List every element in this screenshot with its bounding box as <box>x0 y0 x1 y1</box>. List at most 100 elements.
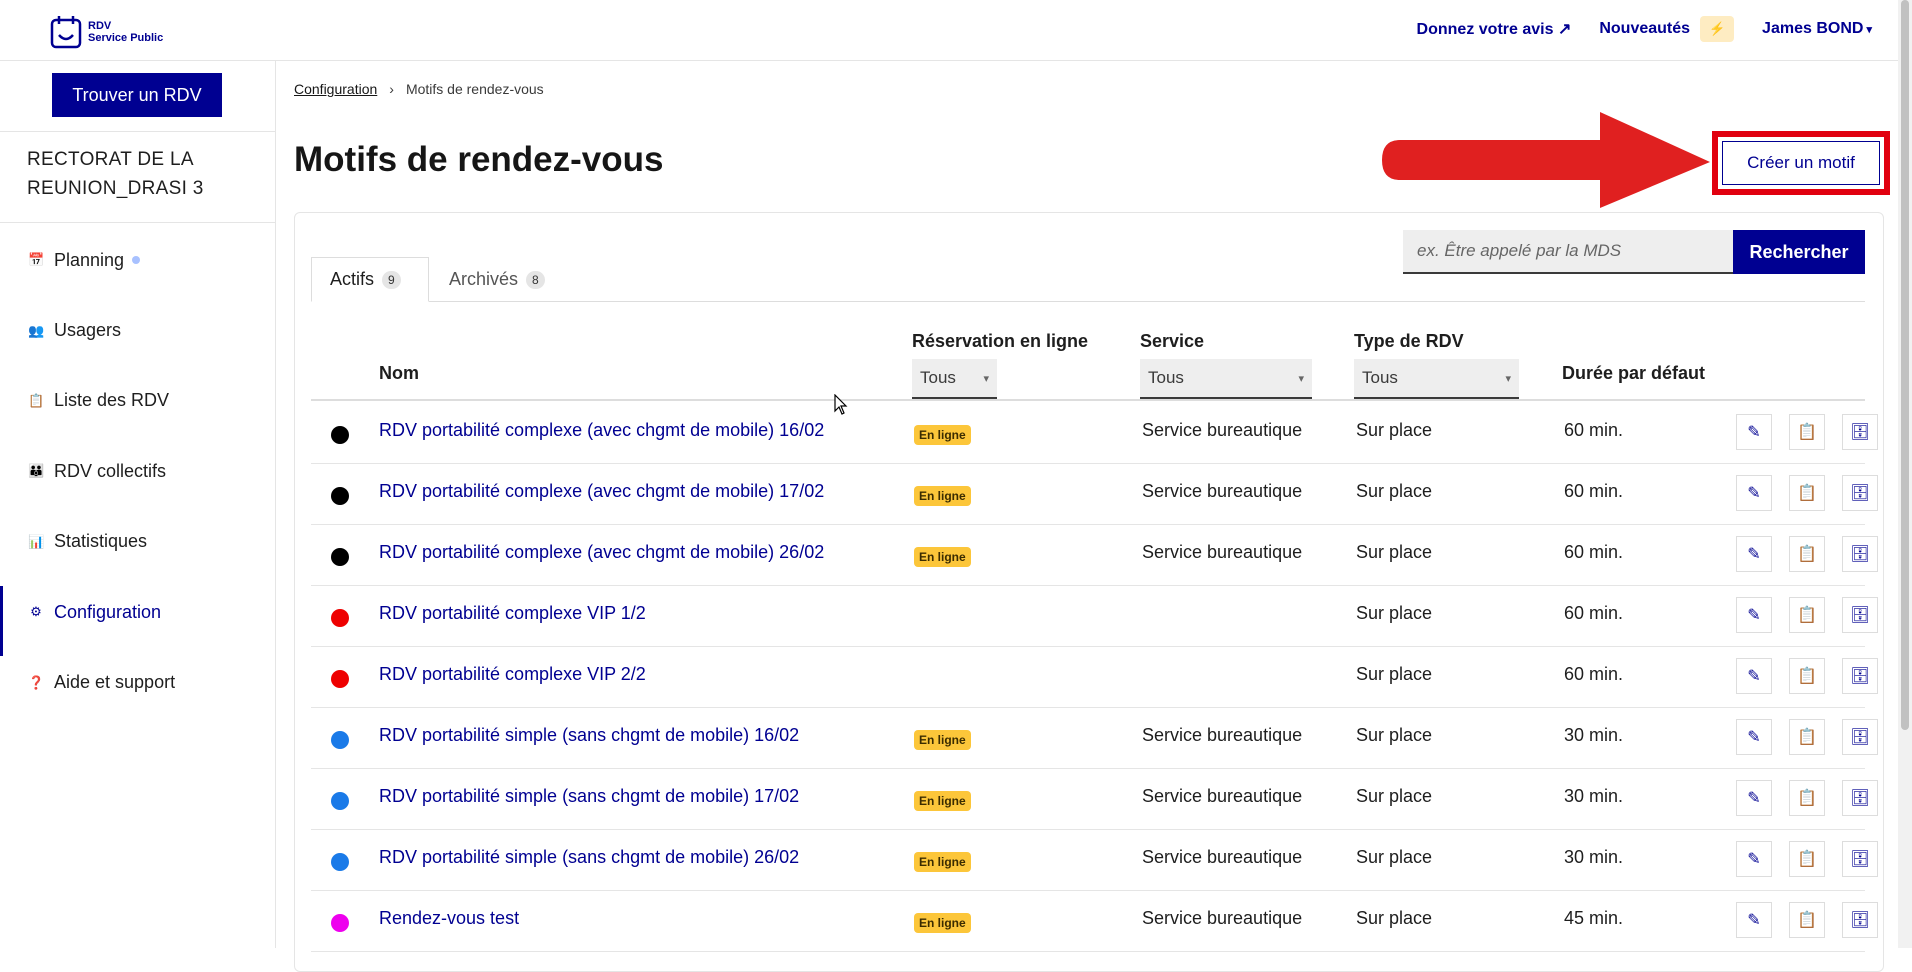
tab-actifs[interactable]: Actifs 9 <box>311 257 429 302</box>
duration-cell: 60 min. <box>1564 481 1624 501</box>
feedback-label: Donnez votre avis <box>1416 21 1554 38</box>
help-icon: ❓ <box>28 674 45 690</box>
service-filter-select[interactable]: Tous <box>1140 359 1312 399</box>
color-dot <box>331 426 349 444</box>
edit-button[interactable]: ✎ <box>1736 719 1772 755</box>
archive-button[interactable]: 🗄 <box>1842 841 1878 877</box>
table-row: Rendez-vous test En ligne Service bureauti… <box>311 891 1878 952</box>
motif-name-link[interactable]: RDV portabilité complexe VIP 2/2 <box>379 664 646 685</box>
sidebar-item-planning[interactable]: 📅 Planning <box>0 225 276 295</box>
archive-button[interactable]: 🗄 <box>1842 658 1878 694</box>
feedback-link[interactable]: Donnez votre avis ↗ <box>1417 19 1572 39</box>
tab-archives[interactable]: Archivés 8 <box>439 257 545 302</box>
edit-button[interactable]: ✎ <box>1736 536 1772 572</box>
type-filter-select[interactable]: Tous <box>1354 359 1519 399</box>
count-badge: 8 <box>526 270 545 289</box>
archive-button[interactable]: 🗄 <box>1842 719 1878 755</box>
calendar-icon: 📅 <box>28 252 45 268</box>
archive-button[interactable]: 🗄 <box>1842 597 1878 633</box>
sidebar-item-label: RDV collectifs <box>54 460 167 481</box>
external-link-icon: ↗ <box>1557 21 1572 38</box>
header-actions: Donnez votre avis ↗ Nouveautés ⚡ James B… <box>1417 16 1872 42</box>
archive-button[interactable]: 🗄 <box>1842 780 1878 816</box>
create-motif-button[interactable]: Créer un motif <box>1722 141 1880 185</box>
duration-cell: 45 min. <box>1564 908 1624 928</box>
clipboard-icon: 📋 <box>1797 607 1817 624</box>
duplicate-button[interactable]: 📋 <box>1789 475 1825 511</box>
online-badge: En ligne <box>914 791 971 811</box>
lightning-icon: ⚡ <box>1700 16 1735 42</box>
motif-name-link[interactable]: RDV portabilité complexe (avec chgmt de … <box>379 420 824 441</box>
motif-name-link[interactable]: RDV portabilité complexe VIP 1/2 <box>379 603 646 624</box>
clipboard-icon: 📋 <box>1797 485 1817 502</box>
duplicate-button[interactable]: 📋 <box>1789 902 1825 938</box>
breadcrumb-current: Motifs de rendez-vous <box>405 81 544 97</box>
organisation-name[interactable]: RECTORAT DE LA REUNION_DRASI 3 <box>27 145 257 203</box>
color-dot <box>331 670 349 688</box>
duplicate-button[interactable]: 📋 <box>1789 719 1825 755</box>
edit-button[interactable]: ✎ <box>1736 658 1772 694</box>
type-cell: Sur place <box>1356 725 1433 745</box>
reservation-filter-select[interactable]: Tous <box>912 359 997 399</box>
archive-button[interactable]: 🗄 <box>1842 902 1878 938</box>
edit-button[interactable]: ✎ <box>1736 414 1772 450</box>
motif-name-link[interactable]: RDV portabilité complexe (avec chgmt de … <box>379 542 824 563</box>
edit-button[interactable]: ✎ <box>1736 841 1772 877</box>
table-row: RDV portabilité complexe VIP 1/2 Sur plac… <box>311 586 1878 647</box>
sidebar-item-rdv-collectifs[interactable]: 👪 RDV collectifs <box>0 436 276 506</box>
table-row: RDV portabilité complexe (avec chgmt de … <box>311 464 1878 525</box>
duplicate-button[interactable]: 📋 <box>1789 597 1825 633</box>
archive-icon: 🗄 <box>1849 607 1871 624</box>
archive-button[interactable]: 🗄 <box>1842 475 1878 511</box>
archive-icon: 🗄 <box>1849 485 1871 502</box>
motif-name-link[interactable]: RDV portabilité simple (sans chgmt de mo… <box>379 847 799 868</box>
motif-name-link[interactable]: Rendez-vous test <box>379 908 519 929</box>
sidebar-item-label: Configuration <box>54 601 162 622</box>
logo[interactable]: RDV Service Public <box>50 15 163 49</box>
edit-button[interactable]: ✎ <box>1736 597 1772 633</box>
duration-cell: 30 min. <box>1564 725 1624 745</box>
service-cell: Service bureautique <box>1142 847 1303 867</box>
news-label: Nouveautés <box>1599 20 1691 37</box>
find-rdv-button[interactable]: Trouver un RDV <box>52 73 222 117</box>
sidebar-item-label: Aide et support <box>54 672 176 693</box>
logo-line2: Service Public <box>88 32 164 44</box>
edit-button[interactable]: ✎ <box>1736 902 1772 938</box>
sidebar-item-usagers[interactable]: 👥 Usagers <box>0 295 276 365</box>
highlight-box: Créer un motif <box>1712 131 1890 195</box>
archive-button[interactable]: 🗄 <box>1842 414 1878 450</box>
col-duree[interactable]: Durée par défaut <box>1562 363 1705 384</box>
online-badge: En ligne <box>914 852 971 872</box>
clipboard-icon: 📋 <box>28 392 45 408</box>
edit-button[interactable]: ✎ <box>1736 475 1772 511</box>
motif-name-link[interactable]: RDV portabilité simple (sans chgmt de mo… <box>379 725 799 746</box>
scrollbar[interactable] <box>1898 0 1912 948</box>
service-cell: Service bureautique <box>1142 542 1303 562</box>
duplicate-button[interactable]: 📋 <box>1789 841 1825 877</box>
tabs: Actifs 9 Archivés 8 <box>311 257 1865 302</box>
sidebar-item-liste-rdv[interactable]: 📋 Liste des RDV <box>0 366 276 436</box>
pencil-icon: ✎ <box>1747 424 1761 441</box>
duplicate-button[interactable]: 📋 <box>1789 536 1825 572</box>
type-cell: Sur place <box>1356 908 1433 928</box>
sidebar-item-aide[interactable]: ❓ Aide et support <box>0 647 276 717</box>
pencil-icon: ✎ <box>1747 729 1761 746</box>
motif-name-link[interactable]: RDV portabilité simple (sans chgmt de mo… <box>379 786 799 807</box>
duplicate-button[interactable]: 📋 <box>1789 780 1825 816</box>
news-link[interactable]: Nouveautés ⚡ <box>1599 16 1735 42</box>
motif-name-link[interactable]: RDV portabilité complexe (avec chgmt de … <box>379 481 824 502</box>
duplicate-button[interactable]: 📋 <box>1789 658 1825 694</box>
sidebar-item-statistiques[interactable]: 📊 Statistiques <box>0 507 276 577</box>
user-menu[interactable]: James BOND <box>1762 20 1872 38</box>
duplicate-button[interactable]: 📋 <box>1789 414 1825 450</box>
edit-button[interactable]: ✎ <box>1736 780 1772 816</box>
archive-button[interactable]: 🗄 <box>1842 536 1878 572</box>
breadcrumb-configuration[interactable]: Configuration <box>294 81 377 97</box>
col-nom[interactable]: Nom <box>379 363 419 384</box>
scrollbar-thumb[interactable] <box>1901 0 1909 730</box>
type-cell: Sur place <box>1356 664 1433 684</box>
sidebar-item-configuration[interactable]: ⚙ Configuration <box>0 577 276 657</box>
sidebar-nav: 📅 Planning 👥 Usagers 📋 Liste des RDV 👪 R… <box>0 225 276 718</box>
page-title: Motifs de rendez-vous <box>294 140 664 179</box>
calendar-logo-icon <box>50 16 82 49</box>
